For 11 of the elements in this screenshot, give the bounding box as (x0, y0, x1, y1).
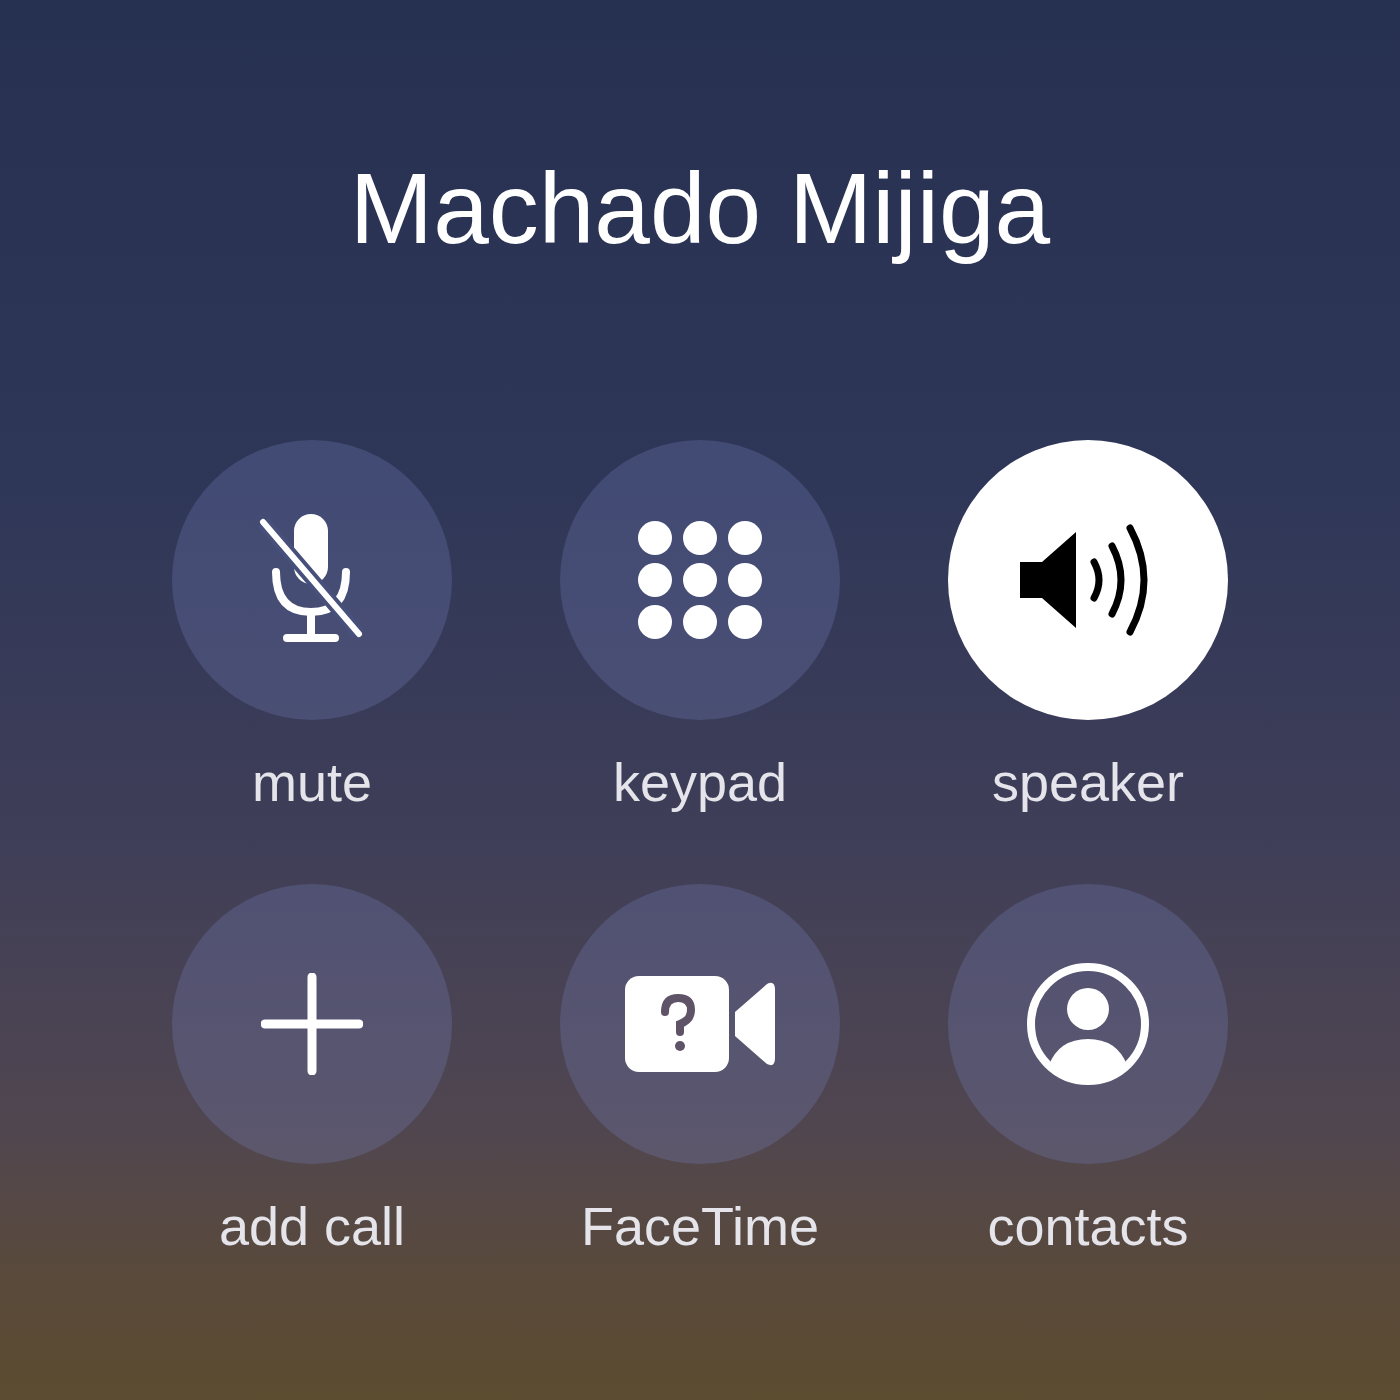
button-label: contacts (987, 1195, 1189, 1258)
button-label: keypad (612, 751, 788, 814)
caller-name: Machado Mijiga (349, 151, 1051, 266)
keypad-icon (638, 521, 762, 639)
button-label: FaceTime (580, 1195, 819, 1258)
button-label: mute (251, 751, 373, 814)
button-label: speaker (991, 751, 1185, 814)
plus-icon (261, 973, 363, 1075)
button-label: add call (218, 1195, 406, 1258)
video-camera-icon (625, 976, 775, 1072)
person-circle-icon (1025, 961, 1151, 1087)
